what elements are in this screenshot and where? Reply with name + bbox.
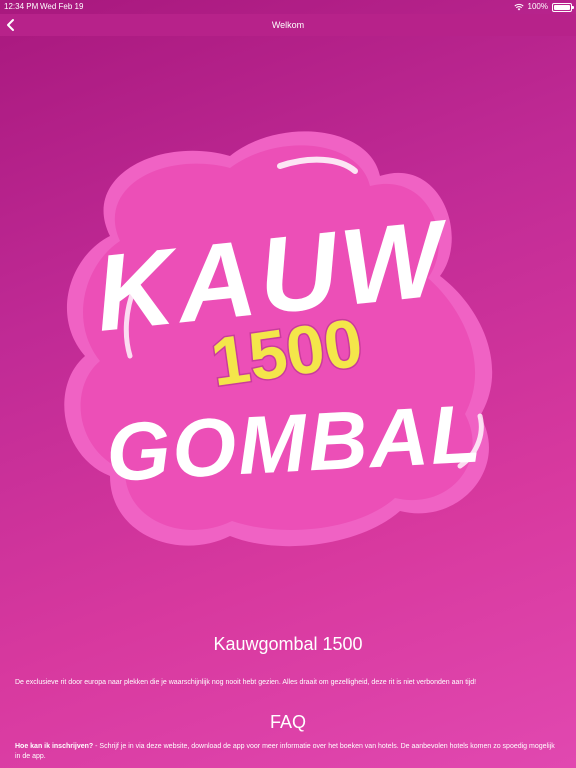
wifi-icon: [513, 3, 524, 11]
status-date: Wed Feb 19: [40, 2, 84, 11]
status-time: 12:34 PM: [4, 2, 39, 11]
status-right: 100%: [513, 0, 574, 14]
status-bar: 12:34 PM Wed Feb 19 100%: [0, 0, 576, 14]
faq-item: Hoe kan ik inschrijven? - Schrijf je in …: [15, 742, 561, 762]
logo-area: KAUW 1500 GOMBAL: [0, 36, 576, 596]
battery-fill: [554, 4, 570, 10]
faq-question: Hoe kan ik inschrijven?: [15, 743, 94, 750]
battery-percent: 100%: [527, 2, 548, 11]
description-text: De exclusieve rit door europa naar plekk…: [15, 679, 477, 686]
nav-title: Welkom: [271, 20, 305, 30]
page-title: Kauwgombal 1500: [213, 634, 363, 654]
faq-heading: FAQ: [269, 712, 306, 732]
battery-icon: [552, 2, 574, 12]
kauwgombal-logo: KAUW 1500 GOMBAL: [64, 131, 493, 547]
faq-answer: - Schrijf je in via deze website, downlo…: [15, 743, 555, 760]
navigation-bar: Welkom: [0, 14, 576, 36]
